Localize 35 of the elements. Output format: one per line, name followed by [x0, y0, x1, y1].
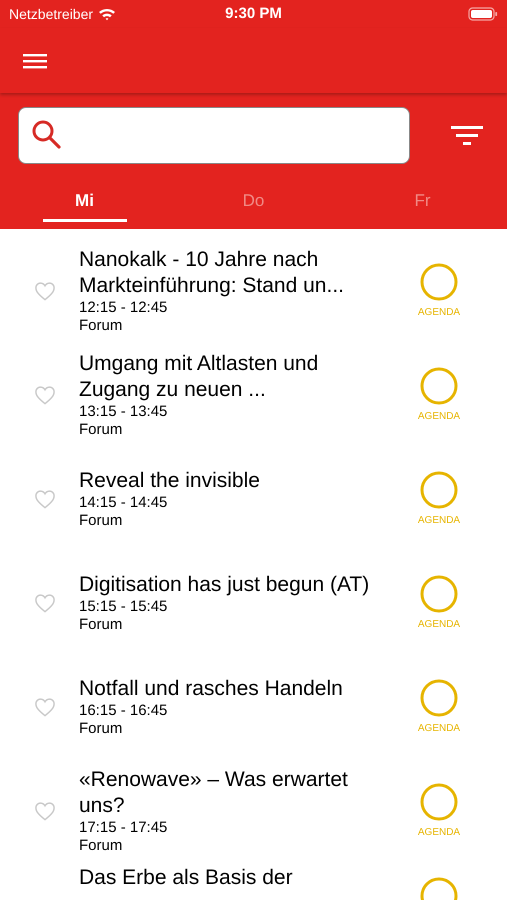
session-time: 13:15 - 13:45 — [79, 403, 168, 421]
session-room: Forum — [79, 512, 124, 530]
session-time: 17:15 - 17:45 — [79, 819, 168, 837]
session-time: 14:15 - 14:45 — [79, 494, 168, 512]
session-room: Forum — [79, 421, 124, 439]
heart-icon[interactable] — [34, 801, 56, 821]
session-title[interactable]: Das Erbe als Basis der — [79, 865, 379, 891]
menu-button[interactable] — [23, 52, 47, 70]
session-time: 12:15 - 12:45 — [79, 299, 168, 317]
session-title[interactable]: Reveal the invisible — [79, 468, 379, 494]
heart-icon[interactable] — [34, 697, 56, 717]
battery-icon — [468, 7, 498, 21]
carrier-name: Netzbetreiber — [9, 4, 94, 24]
session-room: Forum — [79, 720, 124, 738]
session-title[interactable]: Digitisation has just begun (AT) — [79, 572, 379, 598]
heart-icon[interactable] — [34, 489, 56, 509]
heart-icon[interactable] — [34, 385, 56, 405]
session-title[interactable]: Notfall und rasches Handeln — [79, 676, 379, 702]
heart-icon[interactable] — [34, 281, 56, 301]
wifi-icon — [98, 7, 116, 21]
session-room: Forum — [79, 317, 124, 335]
heart-icon[interactable] — [34, 593, 56, 613]
search-field[interactable] — [18, 107, 410, 164]
session-room: Forum — [79, 837, 124, 855]
session-title[interactable]: Umgang mit Altlasten und Zugang zu neuen ... — [79, 351, 379, 403]
filter-icon — [451, 124, 483, 146]
filter-button[interactable] — [451, 124, 483, 146]
session-title[interactable]: Nanokalk - 10 Jahre nach Markteinführung: Stand un... — [79, 247, 379, 299]
session-time: 16:15 - 16:45 — [79, 702, 168, 720]
day-tab[interactable]: Mi — [42, 182, 126, 222]
session-room: Forum — [79, 616, 124, 634]
status-time: 9:30 PM — [225, 4, 282, 24]
session-title[interactable]: «Renowave» – Was erwartet uns? — [79, 767, 379, 819]
menu-icon — [23, 52, 47, 70]
session-time: 15:15 - 15:45 — [79, 598, 168, 616]
